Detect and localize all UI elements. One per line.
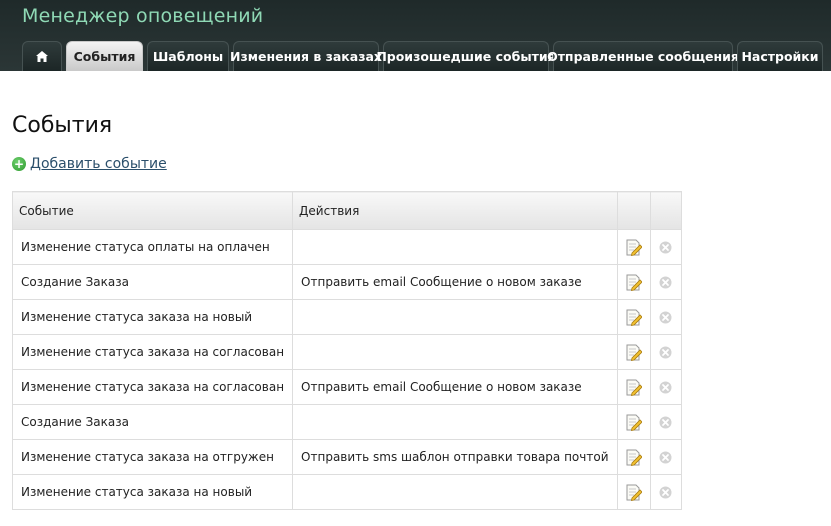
- delete-icon[interactable]: [659, 275, 672, 289]
- add-event-link[interactable]: + Добавить событие: [12, 156, 167, 172]
- delete-button[interactable]: [649, 404, 682, 440]
- table-row: Создание Заказа: [11, 404, 682, 440]
- event-cell: Изменение статуса заказа на новый: [11, 474, 294, 510]
- delete-button[interactable]: [649, 229, 682, 265]
- column-header-event: Событие: [11, 191, 294, 230]
- delete-icon[interactable]: [659, 240, 672, 254]
- edit-icon[interactable]: [626, 309, 642, 326]
- action-cell: [292, 404, 618, 440]
- delete-icon[interactable]: [659, 415, 672, 429]
- tab-events[interactable]: События: [66, 41, 143, 71]
- edit-icon[interactable]: [626, 484, 642, 501]
- home-icon: [36, 51, 48, 62]
- delete-button[interactable]: [649, 334, 682, 370]
- table-row: Изменение статуса заказа на отгружен Отпр…: [11, 439, 682, 475]
- action-cell: [292, 299, 618, 335]
- action-cell: [292, 474, 618, 510]
- event-cell: Изменение статуса заказа на согласован: [11, 334, 294, 370]
- table-body: Изменение статуса оплаты на оплачен Созда…: [11, 229, 682, 510]
- delete-icon[interactable]: [659, 380, 672, 394]
- tab-settings[interactable]: Настройки: [737, 41, 823, 71]
- edit-button[interactable]: [616, 334, 651, 370]
- app-title: Менеджер оповещений: [22, 5, 264, 27]
- action-cell: Отправить sms шаблон отправки товара поч…: [292, 439, 618, 475]
- delete-button[interactable]: [649, 369, 682, 405]
- delete-icon[interactable]: [659, 450, 672, 464]
- edit-icon[interactable]: [626, 414, 642, 431]
- app-header: Менеджер оповещений События Шаблоны Изме…: [0, 0, 831, 71]
- edit-icon[interactable]: [626, 449, 642, 466]
- column-header-actions: Действия: [292, 191, 618, 230]
- action-cell: Отправить email Сообщение о новом заказе: [292, 369, 618, 405]
- edit-button[interactable]: [616, 264, 651, 300]
- delete-icon[interactable]: [659, 310, 672, 324]
- edit-icon[interactable]: [626, 379, 642, 396]
- event-cell: Изменение статуса заказа на отгружен: [11, 439, 294, 475]
- edit-button[interactable]: [616, 404, 651, 440]
- edit-button[interactable]: [616, 299, 651, 335]
- edit-button[interactable]: [616, 474, 651, 510]
- event-cell: Изменение статуса оплаты на оплачен: [11, 229, 294, 265]
- delete-button[interactable]: [649, 264, 682, 300]
- table-row: Изменение статуса заказа на согласован: [11, 334, 682, 370]
- table-row: Изменение статуса заказа на согласован От…: [11, 369, 682, 405]
- tab-templates[interactable]: Шаблоны: [147, 41, 229, 71]
- column-header-delete: [649, 191, 682, 230]
- event-cell: Создание Заказа: [11, 264, 294, 300]
- tab-home[interactable]: [22, 41, 62, 71]
- delete-button[interactable]: [649, 439, 682, 475]
- events-table: Событие Действия Изменение статуса оплат…: [11, 191, 682, 510]
- delete-button[interactable]: [649, 474, 682, 510]
- table-header-row: Событие Действия: [11, 191, 682, 230]
- edit-icon[interactable]: [626, 344, 642, 361]
- tab-order-changes[interactable]: Изменения в заказах: [230, 41, 382, 71]
- tab-sent-messages[interactable]: Отправленные сообщения: [547, 41, 739, 71]
- table-row: Изменение статуса заказа на новый: [11, 299, 682, 335]
- delete-icon[interactable]: [659, 485, 672, 499]
- edit-button[interactable]: [616, 369, 651, 405]
- event-cell: Изменение статуса заказа на новый: [11, 299, 294, 335]
- action-cell: [292, 334, 618, 370]
- column-header-edit: [616, 191, 651, 230]
- plus-circle-icon: +: [12, 157, 26, 171]
- add-event-label[interactable]: Добавить событие: [30, 156, 167, 172]
- action-cell: [292, 229, 618, 265]
- action-cell: Отправить email Сообщение о новом заказе: [292, 264, 618, 300]
- table-row: Изменение статуса оплаты на оплачен: [11, 229, 682, 265]
- edit-button[interactable]: [616, 439, 651, 475]
- edit-icon[interactable]: [626, 239, 642, 256]
- page-title: События: [12, 113, 113, 138]
- delete-button[interactable]: [649, 299, 682, 335]
- event-cell: Изменение статуса заказа на согласован: [11, 369, 294, 405]
- edit-button[interactable]: [616, 229, 651, 265]
- event-cell: Создание Заказа: [11, 404, 294, 440]
- table-row: Создание Заказа Отправить email Сообщение…: [11, 264, 682, 300]
- main-tabs: События Шаблоны Изменения в заказах Прои…: [22, 41, 823, 71]
- edit-icon[interactable]: [626, 274, 642, 291]
- delete-icon[interactable]: [659, 345, 672, 359]
- table-row: Изменение статуса заказа на новый: [11, 474, 682, 510]
- tab-occurred-events[interactable]: Произошедшие события: [376, 41, 556, 71]
